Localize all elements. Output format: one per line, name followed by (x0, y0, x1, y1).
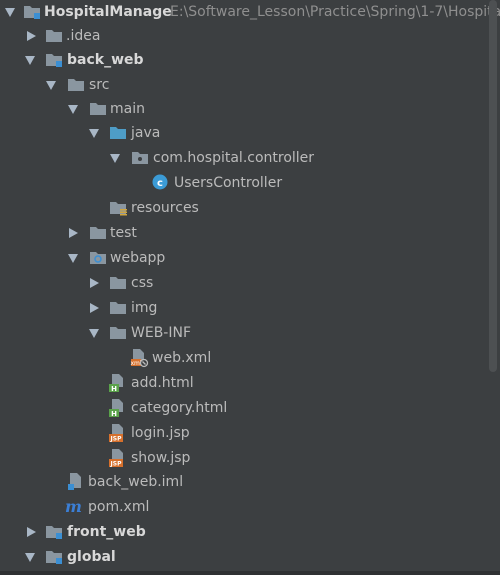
chevron-down-icon[interactable] (46, 81, 56, 90)
package-icon (132, 152, 148, 164)
css-label: css (131, 275, 154, 291)
resources-label: resources (131, 200, 199, 216)
add-html-label: add.html (131, 375, 194, 391)
folder-icon (110, 277, 126, 289)
tree-row-category-html[interactable]: H category.html (0, 396, 486, 420)
module-folder-icon (46, 551, 62, 564)
tree-row-test[interactable]: test (0, 221, 486, 245)
pom-xml-label: pom.xml (88, 499, 150, 515)
tree-row-web-xml[interactable]: xml web.xml (0, 346, 486, 370)
chevron-right-icon[interactable] (90, 278, 99, 288)
tree-row-webapp[interactable]: webapp (0, 246, 486, 270)
module-folder-icon (46, 54, 62, 67)
webapp-label: webapp (110, 250, 166, 266)
chevron-down-icon[interactable] (89, 329, 99, 338)
jsp-file-icon: JSP (109, 424, 123, 443)
chevron-right-icon[interactable] (27, 527, 36, 537)
web-folder-icon (90, 252, 106, 264)
tree-row-web-inf[interactable]: WEB-INF (0, 321, 486, 345)
global-label: global (67, 549, 116, 565)
folder-icon (46, 30, 62, 42)
tree-row-resources[interactable]: resources (0, 196, 486, 220)
web-inf-label: WEB-INF (131, 325, 191, 341)
folder-icon (110, 327, 126, 339)
svg-text:JSP: JSP (110, 436, 123, 443)
class-label: UsersController (174, 175, 283, 191)
vertical-scrollbar[interactable] (489, 0, 497, 372)
back-web-label: back_web (67, 52, 144, 68)
tree-row-package[interactable]: com.hospital.controller (0, 146, 486, 170)
src-label: src (89, 77, 110, 93)
chevron-down-icon[interactable] (5, 8, 15, 17)
front-web-label: front_web (67, 524, 146, 540)
login-jsp-label: login.jsp (131, 425, 190, 441)
test-label: test (110, 225, 137, 241)
show-jsp-label: show.jsp (131, 450, 191, 466)
tree-row-main[interactable]: main (0, 97, 486, 121)
tree-row-img[interactable]: img (0, 296, 486, 320)
folder-icon (90, 103, 106, 115)
tree-row-back-web-iml[interactable]: back_web.iml (0, 470, 486, 494)
idea-label: .idea (66, 28, 101, 44)
html-file-icon: H (109, 374, 123, 393)
chevron-down-icon[interactable] (68, 254, 78, 263)
folder-icon (90, 227, 106, 239)
tree-row-back-web[interactable]: back_web (0, 48, 486, 72)
horizontal-scrollbar[interactable] (0, 571, 500, 575)
package-label: com.hospital.controller (153, 150, 315, 166)
chevron-down-icon[interactable] (25, 553, 35, 562)
html-file-icon: H (109, 399, 123, 418)
tree-row-users-controller[interactable]: c UsersController (0, 171, 486, 195)
class-icon: c (152, 174, 168, 190)
svg-text:m: m (65, 497, 82, 516)
tree-row-global[interactable]: global (0, 545, 486, 569)
folder-icon (110, 302, 126, 314)
module-folder-icon (24, 6, 40, 19)
tree-row-hospitalmanage[interactable]: HospitalManage E:\Software_Lesson\Practi… (0, 0, 500, 24)
chevron-down-icon[interactable] (89, 129, 99, 138)
tree-row-pom-xml[interactable]: m pom.xml (0, 495, 486, 519)
resources-folder-icon (110, 202, 127, 216)
maven-icon: m (65, 497, 82, 516)
tree-row-show-jsp[interactable]: JSP show.jsp (0, 446, 486, 470)
tree-row-front-web[interactable]: front_web (0, 520, 486, 544)
back-web-iml-label: back_web.iml (88, 474, 184, 490)
chevron-down-icon[interactable] (110, 154, 120, 163)
svg-text:JSP: JSP (110, 461, 123, 468)
chevron-down-icon[interactable] (68, 105, 78, 114)
chevron-right-icon[interactable] (69, 228, 78, 238)
tree-row-idea[interactable]: .idea (0, 24, 486, 48)
root-path: E:\Software_Lesson\Practice\Spring\1-7\H… (170, 4, 500, 20)
module-folder-icon (46, 526, 62, 539)
main-label: main (110, 101, 145, 117)
jsp-file-icon: JSP (109, 449, 123, 468)
tree-row-src[interactable]: src (0, 73, 486, 97)
svg-text:H: H (111, 410, 117, 418)
img-label: img (131, 300, 158, 316)
svg-text:H: H (111, 385, 117, 393)
tree-row-java[interactable]: java (0, 121, 486, 145)
chevron-right-icon[interactable] (27, 31, 36, 41)
folder-icon (68, 79, 84, 91)
chevron-right-icon[interactable] (90, 303, 99, 313)
java-label: java (131, 125, 161, 141)
tree-row-add-html[interactable]: H add.html (0, 371, 486, 395)
iml-file-icon (68, 473, 81, 490)
web-xml-label: web.xml (152, 350, 212, 366)
chevron-down-icon[interactable] (25, 56, 35, 65)
tree-row-css[interactable]: css (0, 271, 486, 295)
svg-text:c: c (157, 178, 163, 189)
category-html-label: category.html (131, 400, 228, 416)
source-folder-icon (110, 127, 126, 139)
root-label: HospitalManage (44, 4, 172, 20)
tree-row-login-jsp[interactable]: JSP login.jsp (0, 421, 486, 445)
xml-config-icon: xml (130, 349, 149, 368)
